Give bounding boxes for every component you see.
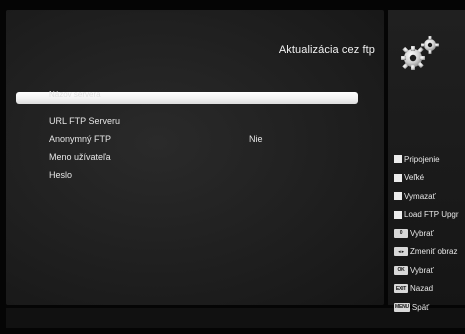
key-button-icon: 0 (394, 228, 408, 238)
legend-item-ok-select[interactable]: OK Vybrať (394, 261, 465, 280)
menu-item-label: URL FTP Serveru (49, 116, 121, 126)
key-button-icon: ◂ ▸ (394, 247, 408, 257)
tv-screen: Aktualizácia cez ftp Názov servera URL F… (0, 0, 465, 334)
legend-label: Vymazať (404, 191, 436, 201)
yellow-square-icon (394, 192, 402, 201)
menu-item-label: Anonymný FTP (49, 134, 112, 144)
legend-label: Veľké (404, 173, 425, 183)
menu-item-server-name[interactable]: Názov servera (16, 90, 358, 104)
key-button-icon: OK (394, 265, 408, 275)
legend-label: Pripojenie (404, 154, 440, 164)
key-button-icon: MENU (394, 302, 410, 312)
legend-label: Nazad (410, 284, 434, 294)
menu-item-password[interactable]: Heslo (16, 166, 358, 184)
legend-item-exit-back[interactable]: EXIT Nazad (394, 280, 465, 299)
legend-label: Load FTP Upgr (404, 210, 459, 220)
legend-item-select-number[interactable]: 0 Vybrať (394, 224, 465, 243)
menu-item-anonymous-ftp[interactable]: Anonymný FTP Nie (16, 130, 358, 148)
key-legend: Pripojenie Veľké Vymazať Load FTP Upgr 0… (394, 150, 465, 317)
legend-label: Vybrať (410, 265, 434, 275)
legend-label: Vybrať (410, 228, 434, 238)
settings-list: Názov servera URL FTP Serveru Anonymný F… (16, 90, 358, 184)
legend-item-load-ftp[interactable]: Load FTP Upgr (394, 206, 465, 225)
key-button-icon: EXIT (394, 284, 408, 294)
menu-item-value: Nie (249, 134, 263, 144)
menu-item-username[interactable]: Meno užívateľa (16, 148, 358, 166)
menu-item-ftp-url[interactable]: URL FTP Serveru (16, 112, 358, 130)
legend-label: Späť (411, 302, 430, 312)
menu-item-label: Heslo (49, 170, 73, 180)
legend-label: Zmeniť obraz (410, 247, 458, 257)
green-square-icon (394, 173, 402, 182)
page-title: Aktualizácia cez ftp (278, 44, 375, 56)
legend-item-delete[interactable]: Vymazať (394, 187, 465, 206)
menu-item-label: Meno užívateľa (49, 152, 111, 162)
red-square-icon (394, 155, 402, 164)
menu-item-label: Názov servera (49, 90, 101, 99)
legend-item-connect[interactable]: Pripojenie (394, 150, 465, 169)
blue-square-icon (394, 210, 402, 219)
gears-icon (398, 34, 442, 74)
legend-item-large[interactable]: Veľké (394, 169, 465, 188)
legend-item-menu-back[interactable]: MENU Späť (394, 298, 465, 317)
legend-item-change-image[interactable]: ◂ ▸ Zmeniť obraz (394, 243, 465, 262)
